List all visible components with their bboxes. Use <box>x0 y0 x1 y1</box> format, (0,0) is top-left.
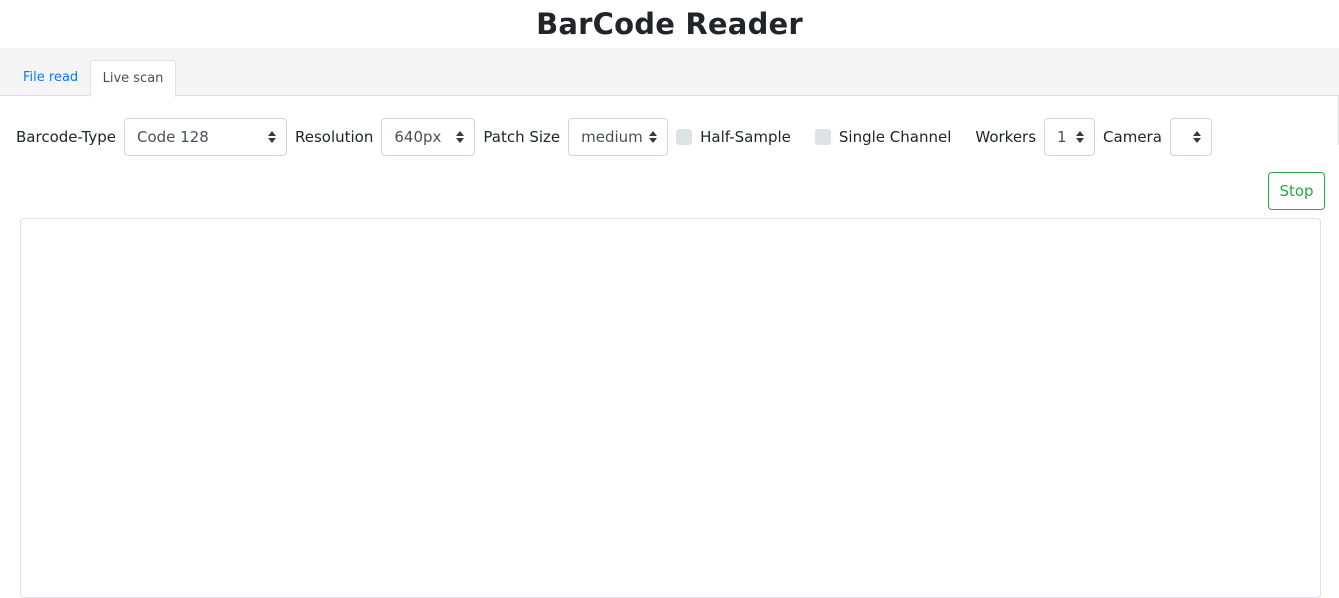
camera-viewport[interactable] <box>20 218 1321 598</box>
scan-settings-bar: Barcode-Type Code 128 Resolution 640px P… <box>16 118 1220 156</box>
half-sample-checkbox[interactable] <box>676 129 693 145</box>
barcode-type-select[interactable]: Code 128 <box>123 118 287 156</box>
half-sample-label: Half-Sample <box>700 128 791 146</box>
resolution-select[interactable]: 640px <box>381 118 476 156</box>
single-channel-checkbox[interactable] <box>814 129 831 145</box>
stop-button[interactable]: Stop <box>1268 172 1325 210</box>
select-arrows-icon <box>1192 131 1201 143</box>
half-sample-control: Half-Sample <box>676 128 791 146</box>
barcode-type-label: Barcode-Type <box>16 128 116 146</box>
tab-bar: File read Live scan <box>0 48 1339 145</box>
select-arrows-icon <box>456 131 465 143</box>
barcode-type-value: Code 128 <box>136 128 209 146</box>
select-arrows-icon <box>649 131 658 143</box>
resolution-value: 640px <box>394 128 442 146</box>
workers-label: Workers <box>975 128 1037 146</box>
select-arrows-icon <box>267 131 276 143</box>
workers-value: 1 <box>1057 128 1067 146</box>
camera-select[interactable] <box>1169 118 1212 156</box>
patch-size-select[interactable]: medium <box>568 118 669 156</box>
patch-size-label: Patch Size <box>483 128 561 146</box>
single-channel-label: Single Channel <box>838 128 952 146</box>
camera-label: Camera <box>1103 128 1162 146</box>
select-arrows-icon <box>1076 131 1085 143</box>
tab-live-scan[interactable]: Live scan <box>90 60 176 97</box>
workers-select[interactable]: 1 <box>1044 118 1096 156</box>
app-title: BarCode Reader <box>536 7 803 41</box>
patch-size-value: medium <box>581 128 643 146</box>
tab-file-read[interactable]: File read <box>7 60 94 96</box>
resolution-label: Resolution <box>294 128 374 146</box>
single-channel-control: Single Channel <box>814 128 952 146</box>
